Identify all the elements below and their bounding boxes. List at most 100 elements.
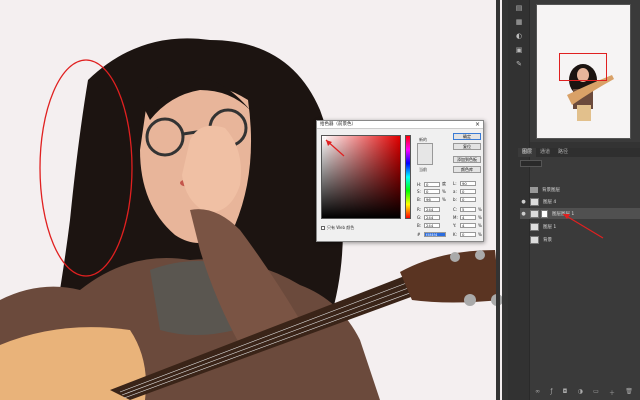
properties-icon[interactable]: ▦ (514, 18, 524, 26)
field-row: H: 0 度 (417, 181, 446, 187)
tab-channels[interactable]: 通道 (536, 148, 554, 157)
unit-label: % (478, 232, 482, 237)
field-label: H: (417, 181, 422, 187)
layer-mask-thumbnail[interactable] (541, 209, 548, 218)
history-icon[interactable]: ▤ (514, 4, 524, 12)
tab-layers[interactable]: 图层 (518, 148, 537, 157)
hue-slider[interactable] (405, 135, 411, 219)
layer-row[interactable]: 背景 (520, 234, 640, 245)
field-label: b: (453, 197, 457, 202)
yellow-input[interactable]: 4 (460, 223, 476, 228)
web-colors-only-option[interactable]: 只有 Web 颜色 (321, 225, 354, 231)
field-row: G: 244 (417, 215, 442, 220)
hex-input[interactable]: f4f4f4 (424, 232, 446, 237)
picker-annotation (322, 136, 345, 157)
lab-b-input[interactable]: 0 (460, 197, 476, 202)
layer-row-selected[interactable]: ● 图层图层 1 (520, 208, 640, 219)
layer-thumbnail (530, 222, 539, 231)
navigator-view-rect[interactable] (559, 53, 607, 81)
hue-input[interactable]: 0 (424, 181, 440, 187)
field-row: C: 5% (453, 207, 482, 212)
link-icon[interactable]: ∞ (535, 388, 540, 396)
web-colors-label: 只有 Web 颜色 (327, 225, 355, 230)
trash-icon[interactable]: 🗑 (625, 388, 633, 396)
cyan-input[interactable]: 5 (460, 207, 476, 212)
layer-kind-filter[interactable] (520, 160, 542, 167)
layer-row[interactable]: 背景图层 (520, 184, 640, 195)
magenta-input[interactable]: 4 (460, 215, 476, 220)
current-color-label: 当前 (419, 167, 427, 172)
color-field[interactable] (321, 135, 401, 219)
layers-panel-tabs: 图层 通道 路径 (518, 148, 640, 157)
field-row: R: 244 (417, 207, 442, 212)
field-row: b: 0 (453, 197, 478, 202)
unit-label: % (478, 215, 482, 220)
swatches-icon[interactable]: ▣ (514, 46, 524, 54)
field-label: # (417, 232, 421, 237)
color-libraries-button[interactable]: 颜色库 (453, 166, 481, 173)
tab-paths[interactable]: 路径 (554, 148, 572, 157)
visibility-icon[interactable]: ● (520, 211, 527, 217)
unit-label: % (478, 223, 482, 228)
red-input[interactable]: 244 (424, 207, 440, 212)
lab-a-input[interactable]: 0 (460, 189, 476, 194)
field-label: S: (417, 189, 421, 194)
fx-icon[interactable]: ƒ (550, 388, 552, 396)
adjustment-icon[interactable]: ◑ (578, 388, 583, 396)
field-label: B: (417, 223, 422, 228)
color-picker-dialog: 拾色器（前景色） × 新的 当前 确定 复位 添加到色板 颜色库 H: 0 度 L:… (316, 120, 484, 242)
field-row: B: 244 (417, 223, 442, 228)
field-label: M: (453, 215, 458, 220)
field-label: G: (417, 215, 422, 220)
navigator-thumbnail[interactable] (536, 4, 631, 139)
brightness-input[interactable]: 96 (424, 197, 440, 202)
web-colors-checkbox[interactable] (321, 226, 325, 230)
folder-icon[interactable]: ▭ (593, 388, 599, 396)
right-panels: ▤ ▦ ◐ ▣ ✎ 图层 通道 路径 背景图层 ● 图层 4 ● 图层图层 1 … (508, 0, 640, 400)
unit-label: % (478, 207, 482, 212)
layers-filter-bar (520, 160, 638, 168)
layer-name: 背景 (543, 237, 552, 243)
layers-bottom-toolbar: ∞ ƒ ◘ ◑ ▭ ＋ 🗑 (530, 388, 638, 397)
blue-input[interactable]: 244 (424, 223, 440, 228)
color-preview-swatch (417, 143, 433, 165)
reset-button[interactable]: 复位 (453, 143, 481, 150)
hex-row: # f4f4f4 (417, 232, 448, 237)
field-label: C: (453, 207, 458, 212)
field-label: K: (453, 232, 457, 237)
layer-row[interactable]: 图层 1 (520, 221, 640, 232)
dialog-title: 拾色器（前景色） (317, 121, 483, 129)
layer-name: 图层图层 1 (552, 211, 575, 217)
field-label: a: (453, 189, 457, 194)
black-input[interactable]: 0 (460, 232, 476, 237)
field-label: L: (453, 181, 457, 186)
unit-label: % (442, 197, 446, 202)
new-layer-icon[interactable]: ＋ (609, 388, 615, 397)
adjustments-icon[interactable]: ◐ (514, 32, 524, 40)
field-label: B: (417, 197, 422, 202)
field-row: M: 4% (453, 215, 482, 220)
unit-label: 度 (442, 181, 446, 186)
lab-l-input[interactable]: 90 (460, 181, 476, 186)
field-row: B: 96% (417, 197, 446, 202)
close-icon[interactable]: × (475, 121, 480, 129)
field-row: Y: 4% (453, 223, 482, 228)
field-label: R: (417, 207, 422, 212)
layer-row[interactable]: ● 图层 4 (520, 196, 640, 207)
field-label: Y: (453, 223, 457, 228)
saturation-input[interactable]: 0 (424, 189, 440, 194)
ok-button[interactable]: 确定 (453, 133, 481, 140)
visibility-icon[interactable]: ● (520, 199, 527, 205)
add-to-swatches-button[interactable]: 添加到色板 (453, 156, 481, 163)
layer-thumbnail (530, 209, 539, 218)
canvas-scrollbar[interactable] (496, 0, 500, 400)
layer-name: 图层 4 (543, 199, 557, 205)
brush-icon[interactable]: ✎ (514, 60, 524, 68)
field-row: S: 0% (417, 189, 446, 194)
green-input[interactable]: 244 (424, 215, 440, 220)
layer-thumbnail (530, 235, 539, 244)
mask-icon[interactable]: ◘ (563, 388, 568, 396)
field-row: L: 90 (453, 181, 478, 186)
layer-name: 图层 1 (543, 224, 557, 230)
field-row: a: 0 (453, 189, 478, 194)
